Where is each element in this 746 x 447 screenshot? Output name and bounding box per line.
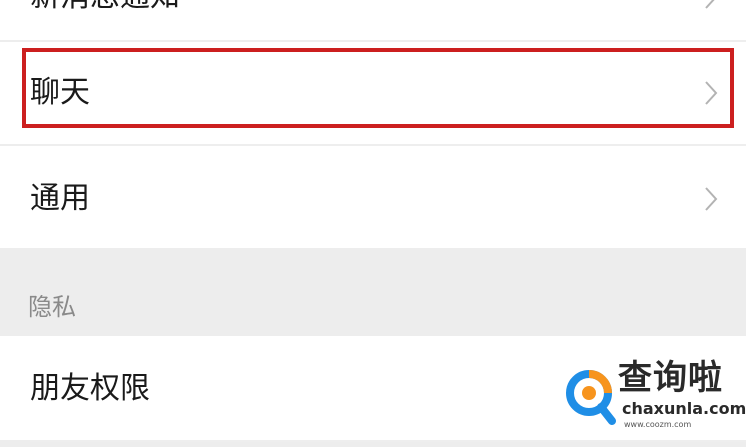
settings-row-new-message-notification[interactable]: 新消息通知: [0, 0, 746, 40]
row-divider: [30, 440, 746, 442]
chevron-right-icon: [704, 80, 718, 106]
watermark-title: 查询啦: [618, 358, 723, 398]
settings-row-chat[interactable]: 聊天: [0, 42, 746, 144]
watermark-subdomain: www.coozm.com: [624, 420, 692, 429]
chevron-right-icon: [704, 0, 718, 10]
settings-row-label: 新消息通知: [30, 0, 180, 12]
settings-row-general[interactable]: 通用: [0, 146, 746, 248]
search-logo-icon: [564, 365, 620, 429]
watermark-domain: chaxunla.com: [622, 399, 746, 418]
section-header-privacy: 隐私: [28, 293, 76, 321]
settings-row-label: 聊天: [30, 75, 90, 110]
settings-row-label: 通用: [30, 181, 90, 216]
chevron-right-icon: [704, 186, 718, 212]
watermark: 查询啦 chaxunla.com www.coozm.com: [564, 358, 746, 433]
settings-row-label: 朋友权限: [30, 371, 150, 406]
